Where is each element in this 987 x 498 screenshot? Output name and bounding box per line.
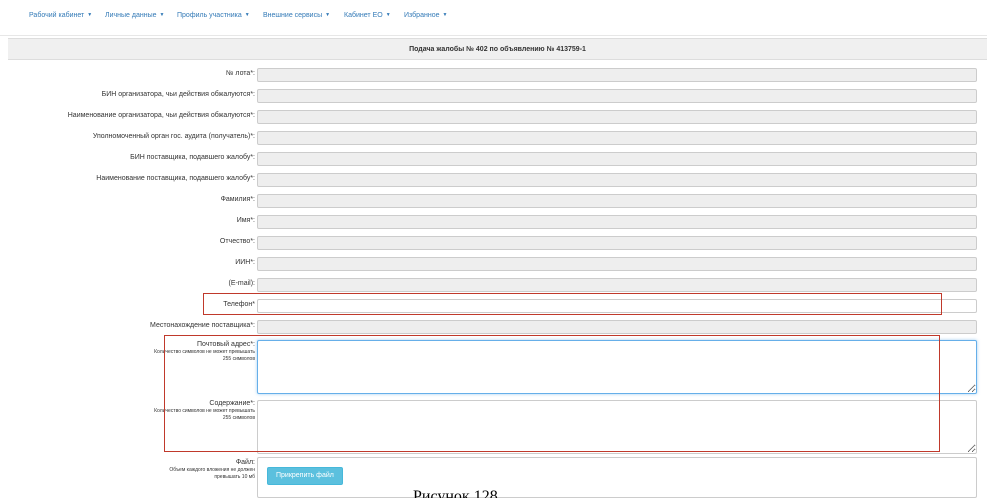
content-label-group: Содержание*: Количество символов не може…	[0, 400, 255, 422]
lot-number-field[interactable]	[257, 68, 977, 82]
organizer-bin-label: БИН организатора, чьи действия обжалуютс…	[101, 91, 255, 98]
patronymic-label: Отчество*:	[219, 238, 255, 245]
caret-down-icon: ▼	[385, 12, 391, 18]
nav-item-label: Внешние сервисы	[263, 12, 323, 19]
name-label: Имя*:	[236, 217, 255, 224]
organizer-name-field[interactable]	[257, 110, 977, 124]
caret-down-icon: ▼	[325, 12, 331, 18]
nav-item-favorites[interactable]: Избранное ▼	[404, 12, 447, 19]
content-textarea[interactable]	[257, 400, 977, 454]
nav-item-personal-data[interactable]: Личные данные ▼	[105, 12, 164, 19]
audit-body-label: Уполномоченный орган гос. аудита (получа…	[92, 133, 255, 140]
email-field[interactable]	[257, 278, 977, 292]
postal-address-textarea[interactable]	[257, 340, 977, 394]
nav-item-label: Профиль участника	[177, 12, 242, 19]
nav-item-cabinet[interactable]: Рабочий кабинет ▼	[29, 12, 92, 19]
email-label: (E-mail):	[228, 280, 255, 287]
surname-label: Фамилия*:	[220, 196, 255, 203]
content-hint: Количество символов не может превышать 2…	[154, 408, 255, 421]
file-label-group: Файл: Объем каждого вложения не должен п…	[0, 459, 255, 481]
phone-label: Телефон*	[223, 301, 255, 308]
supplier-location-field[interactable]	[257, 320, 977, 334]
content-label: Содержание*:	[209, 400, 255, 407]
iin-label: ИИН*:	[235, 259, 255, 266]
audit-body-field[interactable]	[257, 131, 977, 145]
organizer-name-label: Наименование организатора, чьи действия …	[67, 112, 255, 119]
name-field[interactable]	[257, 215, 977, 229]
supplier-location-label: Местонахождение поставщика*:	[150, 322, 255, 329]
iin-field[interactable]	[257, 257, 977, 271]
postal-address-hint: Количество символов не может превышать 2…	[154, 349, 255, 362]
attach-file-button[interactable]: Прикрепить файл	[267, 467, 343, 485]
nav-item-eo-cabinet[interactable]: Кабинет ЕО ▼	[344, 12, 391, 19]
form-panel-heading: Подача жалобы № 402 по объявлению № 4137…	[8, 38, 987, 60]
page-title: Подача жалобы № 402 по объявлению № 4137…	[409, 46, 586, 53]
caret-down-icon: ▼	[87, 12, 93, 18]
supplier-bin-label: БИН поставщика, подавшего жалобу*:	[130, 154, 255, 161]
organizer-bin-field[interactable]	[257, 89, 977, 103]
nav-item-external-services[interactable]: Внешние сервисы ▼	[263, 12, 330, 19]
file-upload-area: Прикрепить файл	[257, 457, 977, 498]
supplier-name-label: Наименование поставщика, подавшего жалоб…	[96, 175, 255, 182]
nav-item-label: Рабочий кабинет	[29, 12, 85, 19]
phone-field[interactable]	[257, 299, 977, 313]
caret-down-icon: ▼	[244, 12, 250, 18]
file-hint: Объем каждого вложения не должен превыша…	[169, 467, 255, 480]
supplier-bin-field[interactable]	[257, 152, 977, 166]
nav-item-label: Избранное	[404, 12, 440, 19]
supplier-name-field[interactable]	[257, 173, 977, 187]
nav-item-label: Кабинет ЕО	[344, 12, 383, 19]
lot-number-label: № лота*:	[225, 70, 255, 77]
postal-address-label-group: Почтовый адрес*: Количество символов не …	[0, 341, 255, 363]
nav-item-participant-profile[interactable]: Профиль участника ▼	[177, 12, 250, 19]
figure-caption: Рисунок 128	[413, 488, 498, 498]
patronymic-field[interactable]	[257, 236, 977, 250]
caret-down-icon: ▼	[442, 12, 448, 18]
surname-field[interactable]	[257, 194, 977, 208]
top-navbar: Рабочий кабинет ▼ Личные данные ▼ Профиль …	[0, 0, 987, 36]
file-label: Файл:	[235, 459, 255, 466]
nav-item-label: Личные данные	[105, 12, 157, 19]
caret-down-icon: ▼	[159, 12, 165, 18]
postal-address-label: Почтовый адрес*:	[197, 341, 255, 348]
